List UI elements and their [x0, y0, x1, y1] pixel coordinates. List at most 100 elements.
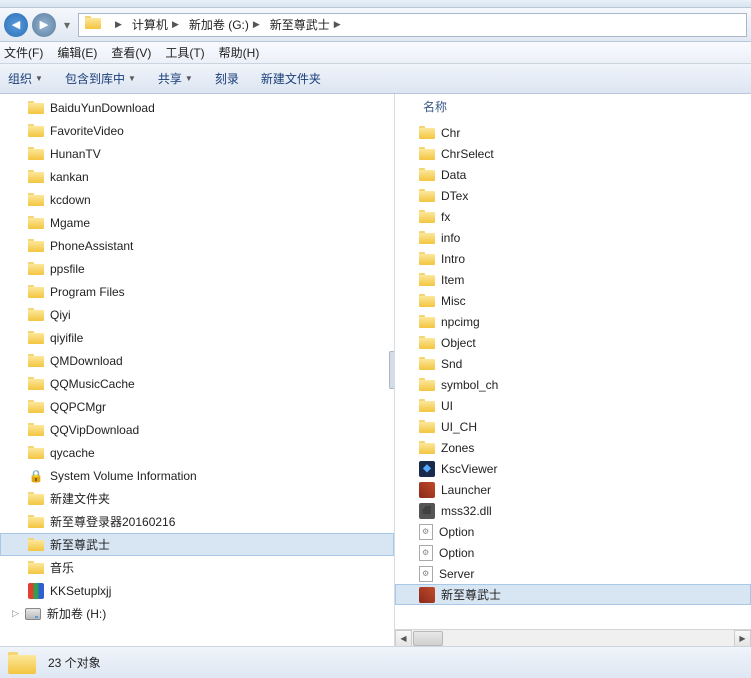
folder-icon	[85, 16, 103, 34]
folder-icon	[28, 538, 44, 551]
file-item-label: mss32.dll	[441, 504, 492, 518]
tree-item[interactable]: Qiyi	[0, 303, 394, 326]
file-item-label: Server	[439, 567, 474, 581]
file-item[interactable]: symbol_ch	[395, 374, 751, 395]
file-item[interactable]: Intro	[395, 248, 751, 269]
scroll-right-arrow[interactable]: ▶	[734, 630, 751, 647]
include-in-library-button[interactable]: 包含到库中▼	[65, 70, 136, 87]
tree-item[interactable]: kankan	[0, 165, 394, 188]
scroll-track[interactable]	[412, 630, 734, 646]
status-text: 23 个对象	[48, 654, 101, 671]
tree-item[interactable]: kcdown	[0, 188, 394, 211]
tree-item[interactable]: ppsfile	[0, 257, 394, 280]
tree-item[interactable]: 新至尊登录器20160216	[0, 510, 394, 533]
splitter-handle[interactable]	[388, 94, 394, 646]
new-folder-button[interactable]: 新建文件夹	[261, 70, 321, 87]
file-item[interactable]: Misc	[395, 290, 751, 311]
breadcrumb-seg[interactable]: ▶	[107, 17, 128, 32]
tree-item-label: System Volume Information	[50, 469, 197, 483]
navigation-tree[interactable]: BaiduYunDownload FavoriteVideo HunanTV kank…	[0, 94, 395, 646]
file-item[interactable]: UI	[395, 395, 751, 416]
folder-icon	[419, 441, 435, 454]
tree-item[interactable]: Mgame	[0, 211, 394, 234]
menu-file[interactable]: 文件(F)	[4, 44, 43, 61]
tree-item-drive[interactable]: ▷新加卷 (H:)	[0, 602, 394, 625]
toolbar: 组织▼ 包含到库中▼ 共享▼ 刻录 新建文件夹	[0, 64, 751, 94]
file-item[interactable]: ◆KscViewer	[395, 458, 751, 479]
scroll-left-arrow[interactable]: ◀	[395, 630, 412, 647]
burn-button[interactable]: 刻录	[215, 70, 239, 87]
organize-button[interactable]: 组织▼	[8, 70, 43, 87]
tree-item[interactable]: 🔒 System Volume Information	[0, 464, 394, 487]
folder-icon	[28, 124, 44, 137]
forward-button[interactable]: ▶	[32, 13, 56, 37]
menu-help[interactable]: 帮助(H)	[219, 44, 260, 61]
tree-item[interactable]: qiyifile	[0, 326, 394, 349]
tree-item[interactable]: 新建文件夹	[0, 487, 394, 510]
file-item-label: Object	[441, 336, 476, 350]
tree-item[interactable]: QMDownload	[0, 349, 394, 372]
folder-icon	[419, 168, 435, 181]
tree-item-label: PhoneAssistant	[50, 239, 133, 253]
folder-icon	[8, 652, 36, 674]
folder-icon	[28, 170, 44, 183]
folder-icon	[419, 357, 435, 370]
breadcrumb-bar[interactable]: ▶ 计算机▶ 新加卷 (G:)▶ 新至尊武士▶	[78, 13, 747, 37]
file-item[interactable]: Option	[395, 521, 751, 542]
scroll-thumb[interactable]	[413, 631, 443, 646]
file-item-label: info	[441, 231, 460, 245]
tree-item[interactable]: BaiduYunDownload	[0, 96, 394, 119]
share-button[interactable]: 共享▼	[158, 70, 193, 87]
tree-item-label: Program Files	[50, 285, 125, 299]
file-item[interactable]: Data	[395, 164, 751, 185]
file-item[interactable]: fx	[395, 206, 751, 227]
tree-item-label: Mgame	[50, 216, 90, 230]
file-list-pane[interactable]: 名称 ChrChrSelect Data DTexfx info IntroItemMi…	[395, 94, 751, 646]
tree-item-label: HunanTV	[50, 147, 101, 161]
tree-item[interactable]: QQVipDownload	[0, 418, 394, 441]
tree-item[interactable]: qycache	[0, 441, 394, 464]
breadcrumb-seg[interactable]: 新至尊武士▶	[266, 14, 347, 35]
back-button[interactable]: ◀	[4, 13, 28, 37]
file-item[interactable]: DTex	[395, 185, 751, 206]
file-item[interactable]: Object	[395, 332, 751, 353]
file-item[interactable]: Server	[395, 563, 751, 584]
nav-history-dropdown[interactable]: ▾	[60, 18, 74, 32]
tree-item[interactable]: Program Files	[0, 280, 394, 303]
tree-item-label: QQPCMgr	[50, 400, 106, 414]
file-item[interactable]: info	[395, 227, 751, 248]
file-item[interactable]: ChrSelect	[395, 143, 751, 164]
app-icon	[419, 587, 435, 603]
tree-item-label: BaiduYunDownload	[50, 101, 155, 115]
column-header-name[interactable]: 名称	[423, 98, 447, 115]
tree-item[interactable]: QQMusicCache	[0, 372, 394, 395]
file-item[interactable]: Snd	[395, 353, 751, 374]
file-item[interactable]: Zones	[395, 437, 751, 458]
breadcrumb-seg[interactable]: 新加卷 (G:)▶	[185, 14, 266, 35]
tree-item[interactable]: QQPCMgr	[0, 395, 394, 418]
file-item[interactable]: Option	[395, 542, 751, 563]
tree-item[interactable]: PhoneAssistant	[0, 234, 394, 257]
menu-view[interactable]: 查看(V)	[111, 44, 151, 61]
file-item[interactable]: UI_CH	[395, 416, 751, 437]
menu-tools[interactable]: 工具(T)	[165, 44, 204, 61]
tree-item[interactable]: 新至尊武士	[0, 533, 394, 556]
tree-item[interactable]: KKSetuplxjj	[0, 579, 394, 602]
file-item[interactable]: Item	[395, 269, 751, 290]
file-item[interactable]: Chr	[395, 122, 751, 143]
horizontal-scrollbar[interactable]: ◀ ▶	[395, 629, 751, 646]
file-item-label: Data	[441, 168, 466, 182]
config-file-icon	[419, 545, 433, 561]
folder-icon	[28, 285, 44, 298]
file-item[interactable]: Launcher	[395, 479, 751, 500]
file-item[interactable]: 新至尊武士	[395, 584, 751, 605]
locked-folder-icon: 🔒	[28, 468, 44, 484]
menu-edit[interactable]: 编辑(E)	[57, 44, 97, 61]
tree-item[interactable]: HunanTV	[0, 142, 394, 165]
breadcrumb-seg[interactable]: 计算机▶	[128, 14, 185, 35]
tree-item[interactable]: FavoriteVideo	[0, 119, 394, 142]
tree-item[interactable]: 音乐	[0, 556, 394, 579]
expand-arrow-icon[interactable]: ▷	[12, 608, 19, 619]
file-item[interactable]: ⬛mss32.dll	[395, 500, 751, 521]
file-item[interactable]: npcimg	[395, 311, 751, 332]
